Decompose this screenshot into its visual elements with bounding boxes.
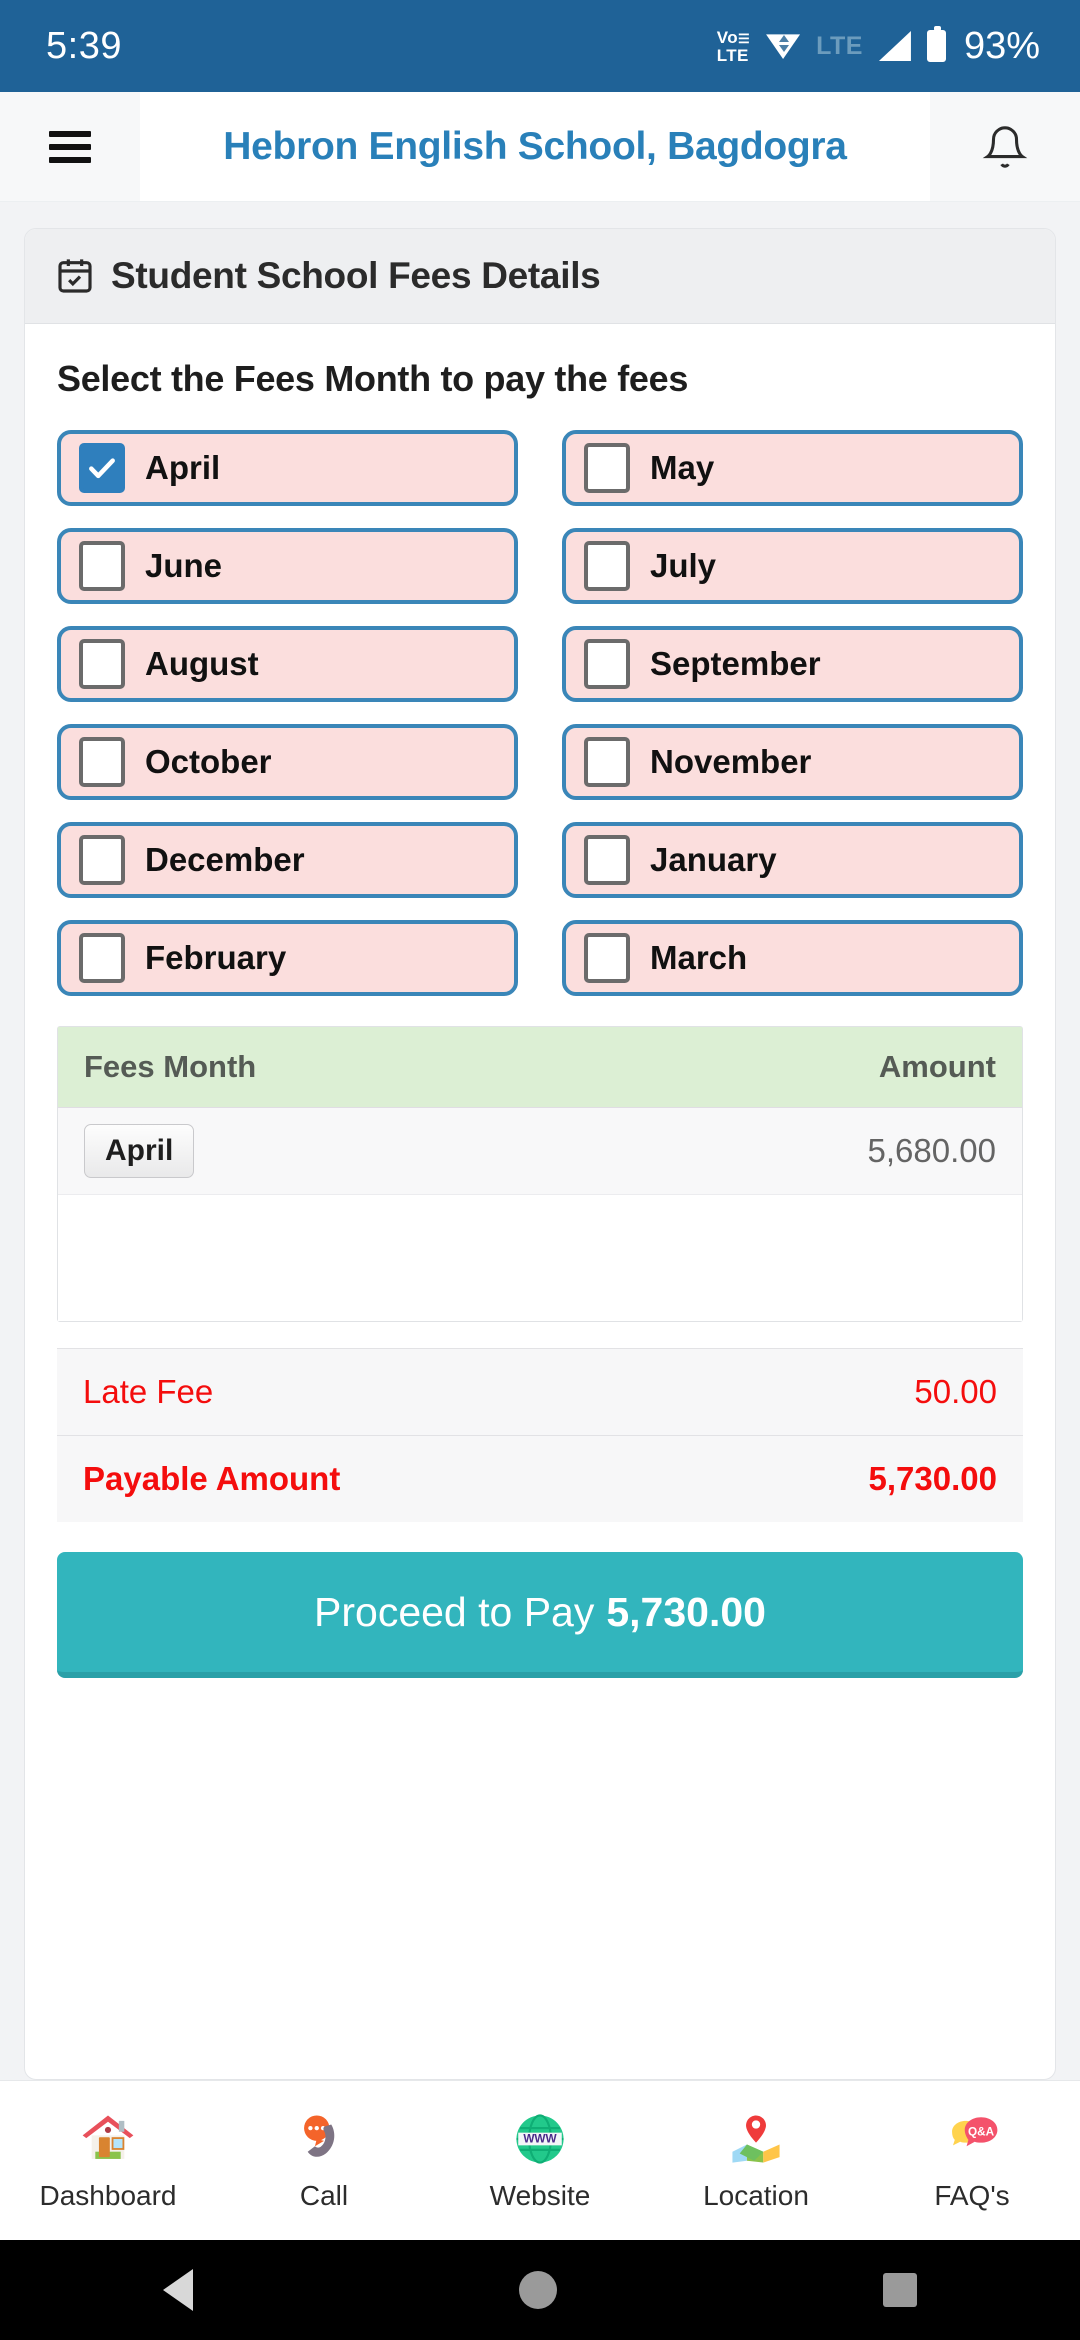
nav-item-faqs[interactable]: Q&A FAQ's <box>864 2110 1080 2212</box>
battery-percentage: 93% <box>963 24 1040 67</box>
month-chip-march[interactable]: March <box>562 920 1023 996</box>
month-label: July <box>650 547 717 584</box>
checkbox-icon[interactable] <box>584 541 630 591</box>
month-chip-august[interactable]: August <box>57 626 518 702</box>
column-header-amount: Amount <box>878 1049 996 1084</box>
late-fee-value: 50.00 <box>914 1373 997 1410</box>
month-chip-february[interactable]: February <box>57 920 518 996</box>
month-label: February <box>145 939 287 976</box>
fees-table: Fees Month Amount April 5,680.00 <box>57 1026 1023 1322</box>
month-label: May <box>650 449 715 486</box>
checkbox-icon[interactable] <box>584 639 630 689</box>
nav-item-location[interactable]: Location <box>648 2110 864 2212</box>
month-label: April <box>145 449 221 486</box>
column-header-fees-month: Fees Month <box>84 1049 257 1084</box>
month-label: June <box>145 547 223 584</box>
month-chip-january[interactable]: January <box>562 822 1023 898</box>
pay-button-amount: 5,730.00 <box>606 1588 766 1635</box>
month-chip-june[interactable]: June <box>57 528 518 604</box>
month-label: September <box>650 645 821 682</box>
month-chip-october[interactable]: October <box>57 724 518 800</box>
fees-card: Student School Fees Details Select the F… <box>24 228 1056 2080</box>
month-label: December <box>145 841 305 878</box>
volte-icon: Vo☰ LTE <box>716 27 751 65</box>
nav-label: Website <box>489 2179 591 2211</box>
table-header-row: Fees Month Amount <box>58 1027 1022 1108</box>
card-body: Select the Fees Month to pay the fees Ap… <box>25 324 1055 2079</box>
checkbox-icon[interactable] <box>79 835 125 885</box>
svg-text:WWW: WWW <box>523 2132 557 2145</box>
months-grid: April May June July August September October No… <box>57 430 1023 996</box>
section-heading: Select the Fees Month to pay the fees <box>57 358 689 399</box>
page-body: Student School Fees Details Select the F… <box>0 202 1080 2080</box>
phone-chat-icon <box>295 2110 353 2168</box>
home-circle-icon[interactable] <box>519 2271 557 2309</box>
back-icon[interactable] <box>163 2269 193 2311</box>
page-title: Hebron English School, Bagdogra <box>223 124 847 168</box>
nav-item-dashboard[interactable]: Dashboard <box>0 2110 216 2212</box>
month-chip-november[interactable]: November <box>562 724 1023 800</box>
checkbox-icon[interactable] <box>79 639 125 689</box>
hamburger-menu-icon <box>49 124 91 170</box>
row-amount: 5,680.00 <box>867 1132 996 1169</box>
status-bar: 5:39 Vo☰ LTE LTE 93% <box>0 0 1080 92</box>
month-label: March <box>650 939 748 976</box>
payable-amount-value: 5,730.00 <box>868 1460 997 1497</box>
month-chip-april[interactable]: April <box>57 430 518 506</box>
bell-icon <box>982 125 1028 168</box>
checkbox-icon[interactable] <box>584 835 630 885</box>
nav-item-call[interactable]: Call <box>216 2110 432 2212</box>
nav-label: Location <box>703 2179 809 2211</box>
wifi-calling-icon <box>766 29 801 63</box>
svg-text:Q&A: Q&A <box>968 2125 995 2138</box>
month-label: January <box>650 841 777 878</box>
status-clock: 5:39 <box>46 24 122 67</box>
card-header: Student School Fees Details <box>25 229 1055 324</box>
proceed-to-pay-button[interactable]: Proceed to Pay 5,730.00 <box>57 1552 1023 1678</box>
pay-button-label: Proceed to Pay <box>314 1588 595 1635</box>
row-month-pill: April <box>84 1124 195 1178</box>
checkbox-icon[interactable] <box>79 737 125 787</box>
late-fee-label: Late Fee <box>83 1373 214 1410</box>
month-chip-september[interactable]: September <box>562 626 1023 702</box>
calendar-check-icon <box>58 259 92 293</box>
checkbox-icon[interactable] <box>79 933 125 983</box>
qa-bubble-icon: Q&A <box>943 2110 1001 2168</box>
hamburger-menu-button[interactable] <box>0 92 140 201</box>
lte-icon: LTE <box>816 31 863 60</box>
checkbox-icon[interactable] <box>584 443 630 493</box>
payable-amount-label: Payable Amount <box>83 1460 341 1497</box>
month-label: November <box>650 743 812 780</box>
battery-icon <box>926 26 946 62</box>
nav-label: FAQ's <box>934 2179 1010 2211</box>
month-label: October <box>145 743 272 780</box>
card-header-title: Student School Fees Details <box>111 255 601 296</box>
month-chip-may[interactable]: May <box>562 430 1023 506</box>
checkbox-icon[interactable] <box>584 737 630 787</box>
nav-label: Dashboard <box>39 2179 177 2211</box>
month-chip-december[interactable]: December <box>57 822 518 898</box>
table-empty-area <box>58 1195 1022 1321</box>
recents-icon[interactable] <box>883 2273 917 2307</box>
checkbox-checked-icon[interactable] <box>79 443 125 493</box>
map-pin-icon <box>727 2110 785 2168</box>
payable-amount-row: Payable Amount 5,730.00 <box>57 1435 1023 1522</box>
bottom-navigation: Dashboard Call WWW Website Location Q&A FAQ's <box>0 2080 1080 2240</box>
nav-label: Call <box>299 2179 349 2211</box>
month-label: August <box>145 645 259 682</box>
month-chip-july[interactable]: July <box>562 528 1023 604</box>
globe-www-icon: WWW <box>511 2110 569 2168</box>
app-bar: Hebron English School, Bagdogra <box>0 92 1080 202</box>
status-icons: Vo☰ LTE LTE 93% <box>717 25 1040 68</box>
system-navigation-bar <box>0 2240 1080 2340</box>
notification-button[interactable] <box>930 92 1080 201</box>
checkbox-icon[interactable] <box>79 541 125 591</box>
table-row: April 5,680.00 <box>58 1108 1022 1195</box>
signal-icon <box>878 31 911 61</box>
checkbox-icon[interactable] <box>584 933 630 983</box>
late-fee-row: Late Fee 50.00 <box>57 1348 1023 1435</box>
home-icon <box>79 2110 137 2168</box>
nav-item-website[interactable]: WWW Website <box>432 2110 648 2212</box>
